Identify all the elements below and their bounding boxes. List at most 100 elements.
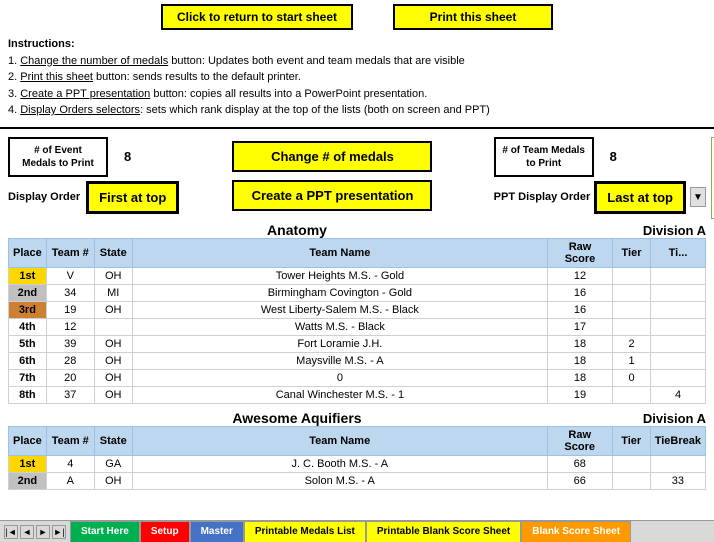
score-cell: 17 [548, 318, 613, 335]
name-cell: Watts M.S. - Black [132, 318, 547, 335]
team-cell: 20 [46, 369, 94, 386]
event-medals-label: # of Event Medals to Print [8, 137, 108, 177]
tab-bar: |◄ ◄ ► ►| Start Here Setup Master Printa… [0, 520, 714, 542]
col-header-state-2: State [94, 426, 132, 455]
table-row: 1st V OH Tower Heights M.S. - Gold 12 [9, 267, 706, 284]
event-medals-count: 8 [114, 147, 141, 166]
tier-cell [613, 386, 651, 403]
table-row: 7th 20 OH 0 18 0 [9, 369, 706, 386]
tab-nav-controls: |◄ ◄ ► ►| [0, 525, 70, 539]
tab-first-btn[interactable]: |◄ [4, 525, 18, 539]
team-cell: 12 [46, 318, 94, 335]
team-cell: 28 [46, 352, 94, 369]
table-row: 3rd 19 OH West Liberty-Salem M.S. - Blac… [9, 301, 706, 318]
team-cell: 39 [46, 335, 94, 352]
tier-cell [613, 318, 651, 335]
team-cell: 19 [46, 301, 94, 318]
create-ppt-button[interactable]: Create a PPT presentation [232, 180, 432, 211]
score-cell: 18 [548, 369, 613, 386]
first-at-top-button[interactable]: First at top [86, 181, 179, 214]
place-cell: 4th [9, 318, 47, 335]
tab-next-btn[interactable]: ► [36, 525, 50, 539]
anatomy-title: Anatomy [8, 222, 586, 238]
place-cell: 2nd [9, 472, 47, 489]
anatomy-header: Anatomy Division A [8, 222, 706, 238]
place-cell: 1st [9, 267, 47, 284]
tier-cell: 0 [613, 369, 651, 386]
name-cell: West Liberty-Salem M.S. - Black [132, 301, 547, 318]
col-header-score-2: Raw Score [547, 426, 612, 455]
place-cell: 2nd [9, 284, 47, 301]
state-cell: OH [94, 352, 132, 369]
score-cell: 18 [548, 352, 613, 369]
aquifiers-table: Place Team # State Team Name Raw Score T… [8, 426, 706, 490]
tab-printable-blank[interactable]: Printable Blank Score Sheet [366, 521, 521, 542]
tier-cell [612, 472, 650, 489]
anatomy-division: Division A [586, 223, 706, 238]
tier-cell: 1 [613, 352, 651, 369]
col-header-team: Team # [46, 238, 94, 267]
tb-cell [651, 301, 706, 318]
instruction-line-3: 3. Create a PPT presentation button: cop… [8, 86, 706, 103]
instruction-line-4: 4. Display Orders selectors: sets which … [8, 102, 706, 119]
name-cell: Birmingham Covington - Gold [132, 284, 547, 301]
tier-cell [613, 267, 651, 284]
score-cell: 66 [547, 472, 612, 489]
change-medals-button[interactable]: Change # of medals [232, 141, 432, 172]
tab-start-here[interactable]: Start Here [70, 521, 140, 542]
tab-master[interactable]: Master [190, 521, 244, 542]
state-cell: OH [94, 335, 132, 352]
tab-prev-btn[interactable]: ◄ [20, 525, 34, 539]
tb-cell: 4 [651, 386, 706, 403]
col-header-tb-2: TieBreak [650, 426, 705, 455]
score-cell: 12 [548, 267, 613, 284]
place-cell: 1st [9, 455, 47, 472]
instructions-section: Instructions: 1. Change the number of me… [0, 34, 714, 123]
col-header-tb: Ti... [651, 238, 706, 267]
tb-cell [651, 318, 706, 335]
name-cell: Maysville M.S. - A [132, 352, 547, 369]
score-cell: 68 [547, 455, 612, 472]
tb-cell [651, 352, 706, 369]
tab-printable-medals[interactable]: Printable Medals List [244, 521, 366, 542]
team-medals-label: # of Team Medals to Print [494, 137, 594, 177]
name-cell: Fort Loramie J.H. [132, 335, 547, 352]
last-at-top-button[interactable]: Last at top [594, 181, 686, 214]
tab-blank-score[interactable]: Blank Score Sheet [521, 521, 631, 542]
aquifiers-division: Division A [586, 411, 706, 426]
team-cell: 4 [46, 455, 94, 472]
col-header-place-2: Place [9, 426, 47, 455]
table-row: 4th 12 Watts M.S. - Black 17 [9, 318, 706, 335]
print-sheet-button[interactable]: Print this sheet [393, 4, 553, 30]
name-cell: J. C. Booth M.S. - A [132, 455, 547, 472]
aquifiers-header: Awesome Aquifiers Division A [8, 410, 706, 426]
team-medals-count: 8 [600, 147, 627, 166]
tb-cell [651, 284, 706, 301]
table-row: 5th 39 OH Fort Loramie J.H. 18 2 [9, 335, 706, 352]
return-to-start-button[interactable]: Click to return to start sheet [161, 4, 353, 30]
place-cell: 8th [9, 386, 47, 403]
place-cell: 3rd [9, 301, 47, 318]
instructions-title: Instructions: [8, 38, 75, 50]
tab-setup[interactable]: Setup [140, 521, 190, 542]
aquifiers-section: Awesome Aquifiers Division A Place Team … [8, 410, 706, 490]
tier-cell [612, 455, 650, 472]
tier-cell [613, 301, 651, 318]
tb-cell [651, 267, 706, 284]
score-cell: 16 [548, 284, 613, 301]
name-cell: Solon M.S. - A [132, 472, 547, 489]
tb-cell [651, 335, 706, 352]
aquifiers-title: Awesome Aquifiers [8, 410, 586, 426]
tier-cell: 2 [613, 335, 651, 352]
name-cell: Canal Winchester M.S. - 1 [132, 386, 547, 403]
ppt-display-order-label: PPT Display Order [494, 191, 591, 203]
anatomy-table: Place Team # State Team Name Raw Score T… [8, 238, 706, 404]
score-cell: 19 [548, 386, 613, 403]
table-row: 2nd 34 MI Birmingham Covington - Gold 16 [9, 284, 706, 301]
instruction-line-2: 2. Print this sheet button: sends result… [8, 69, 706, 86]
place-cell: 5th [9, 335, 47, 352]
table-row: 2nd A OH Solon M.S. - A 66 33 [9, 472, 706, 489]
table-row: 8th 37 OH Canal Winchester M.S. - 1 19 4 [9, 386, 706, 403]
dropdown-arrow-icon[interactable]: ▼ [690, 187, 706, 207]
tab-last-btn[interactable]: ►| [52, 525, 66, 539]
